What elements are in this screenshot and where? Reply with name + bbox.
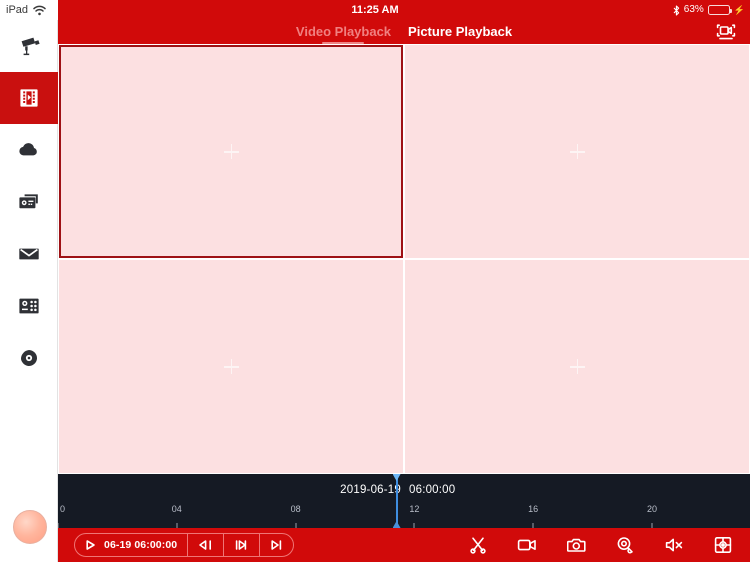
timeline-tick-label: 12 [409, 504, 420, 514]
tool-button-group [467, 533, 734, 557]
sidebar-item-more[interactable] [0, 332, 58, 384]
film-strip-icon [17, 86, 41, 110]
header: Video Playback Picture Playback [58, 20, 750, 44]
plus-icon[interactable] [223, 359, 239, 374]
cloud-icon [17, 138, 41, 162]
sidebar-item-live-view[interactable] [0, 20, 58, 72]
plus-icon[interactable] [569, 359, 585, 374]
rewind-icon [199, 540, 212, 550]
sidebar [0, 0, 58, 562]
add-camera-icon[interactable] [716, 23, 736, 41]
plus-icon[interactable] [569, 144, 585, 159]
plus-icon[interactable] [223, 144, 239, 159]
mute-button[interactable] [663, 534, 685, 556]
video-grid [58, 44, 750, 474]
tab-video-playback[interactable]: Video Playback [296, 20, 391, 44]
status-bar: iPad 11:25 AM 63% ⚡ [0, 0, 750, 20]
envelope-icon [17, 242, 41, 266]
timeline-tick-label: 16 [528, 504, 539, 514]
ptz-button[interactable] [712, 534, 734, 556]
timeline-tick-label: 20 [646, 504, 657, 514]
disc-icon [17, 346, 41, 370]
tab-picture-playback[interactable]: Picture Playback [408, 20, 512, 44]
timeline-tick-label: 08 [290, 504, 301, 514]
control-panel-icon [17, 294, 41, 318]
snapshot-button[interactable] [565, 534, 587, 556]
sidebar-item-control-panel[interactable] [0, 280, 58, 332]
video-pane-2[interactable] [405, 45, 749, 258]
timeline-tick-label: 04 [171, 504, 182, 514]
play-icon [86, 540, 95, 550]
timeline-tick-labels: 0 04 08 12 16 20 [58, 504, 750, 518]
camera-icon [566, 537, 586, 553]
bluetooth-icon [673, 4, 680, 16]
next-frame-button[interactable] [260, 534, 293, 556]
tab-bar: Video Playback Picture Playback [58, 20, 750, 44]
playback-control-group: 06-19 06:00:00 [74, 533, 295, 557]
battery-percent: 63% [683, 4, 704, 15]
rewind-button[interactable] [188, 534, 225, 556]
timeline-date: 2019-06-19 [340, 484, 401, 496]
ptz-target-icon [714, 536, 732, 554]
timeline[interactable]: 2019-06-19 06:00:00 0 04 08 12 16 20 [58, 474, 750, 528]
video-pane-3[interactable] [59, 260, 403, 473]
sidebar-item-list [0, 20, 58, 384]
sidebar-item-playback[interactable] [0, 72, 58, 124]
sidebar-item-cloud[interactable] [0, 124, 58, 176]
fast-forward-icon [236, 540, 247, 550]
sidebar-item-devices[interactable] [0, 176, 58, 228]
bottom-toolbar: 06-19 06:00:00 [58, 528, 750, 562]
status-bar-right: 63% ⚡ [673, 2, 745, 18]
record-button[interactable] [516, 534, 538, 556]
speaker-mute-icon [665, 537, 684, 553]
video-pane-1[interactable] [59, 45, 403, 258]
fast-forward-button[interactable] [224, 534, 261, 556]
charging-bolt-icon: ⚡ [733, 5, 745, 15]
nvr-device-icon [17, 190, 41, 214]
timeline-time: 06:00:00 [409, 484, 456, 496]
cctv-camera-icon [17, 34, 41, 58]
status-bar-time: 11:25 AM [351, 4, 399, 16]
magnifier-icon [616, 536, 634, 554]
status-bar-right-background [58, 0, 750, 20]
clip-button[interactable] [467, 534, 489, 556]
timeline-playhead[interactable] [395, 474, 398, 528]
playback-current-time: 06-19 06:00:00 [104, 539, 178, 551]
timeline-tick-marks [58, 520, 750, 528]
sidebar-item-messages[interactable] [0, 228, 58, 280]
video-pane-4[interactable] [405, 260, 749, 473]
digital-zoom-button[interactable] [614, 534, 636, 556]
video-camera-icon [517, 537, 537, 553]
battery-icon [707, 5, 732, 15]
scissors-icon [469, 536, 487, 554]
play-button[interactable]: 06-19 06:00:00 [75, 534, 189, 556]
avatar[interactable] [13, 510, 47, 544]
next-frame-icon [271, 540, 282, 550]
timeline-tick-label: 0 [60, 504, 66, 514]
app-root: Video Playback Picture Playback 2019-06-1… [0, 0, 750, 562]
